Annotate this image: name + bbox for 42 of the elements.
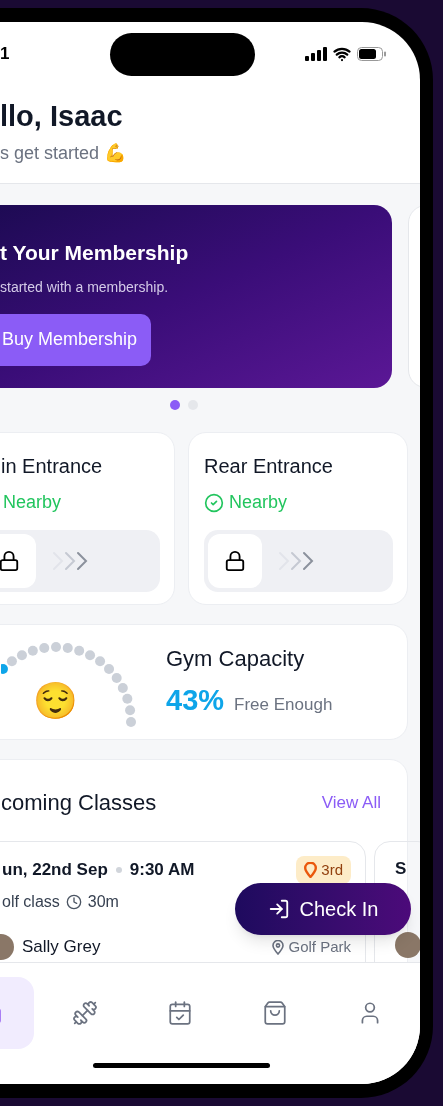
pin-icon [304,862,318,878]
greeting-title: llo, Isaac [0,99,124,134]
clock-icon [65,894,82,910]
calm-face-emoji: 😌 [33,681,78,721]
buy-membership-button[interactable]: Buy Membership [0,313,152,366]
capacity-label: Free Enough [234,693,333,716]
entrance-status: Nearby [3,491,62,514]
location-icon [272,939,285,955]
chevrons-icon [276,550,316,572]
class-time: 9:30 AM [129,859,195,882]
section-title: coming Classes [1,789,157,817]
trainer-name: Sally Grey [22,936,101,959]
entrance-title: Rear Entrance [204,454,334,479]
card-title: t Your Membership [0,240,190,266]
lock-button[interactable] [208,534,262,588]
signal-icon [305,47,327,61]
view-all-link[interactable]: View All [321,789,381,816]
class-date: S [395,859,407,878]
avatar [395,931,420,958]
greeting-subtitle: s get started 💪 [0,142,128,165]
class-duration: 30m [87,892,119,912]
rank-badge: 3rd [296,856,351,884]
wifi-icon [333,45,351,63]
class-date: un, 22nd Sep [2,859,108,882]
chevrons-icon [50,550,90,572]
calendar-icon [166,1000,193,1026]
check-icon [204,492,224,513]
check-in-button[interactable]: Check In [235,883,411,935]
entrance-title: in Entrance [1,454,104,479]
card-text: started with a membership. [0,277,170,297]
capacity-title: Gym Capacity [166,644,306,673]
class-location: Golf Park [288,936,351,957]
capacity-percent: 43% [166,682,225,718]
lock-icon [224,550,246,572]
battery-icon [357,47,387,61]
bag-icon [261,1000,288,1026]
status-time: 1 [0,43,11,66]
dumbbell-icon [71,1000,98,1026]
lock-icon [0,550,20,572]
entrance-status: Nearby [229,491,288,514]
login-icon [267,898,290,920]
class-name: olf class [2,892,60,912]
